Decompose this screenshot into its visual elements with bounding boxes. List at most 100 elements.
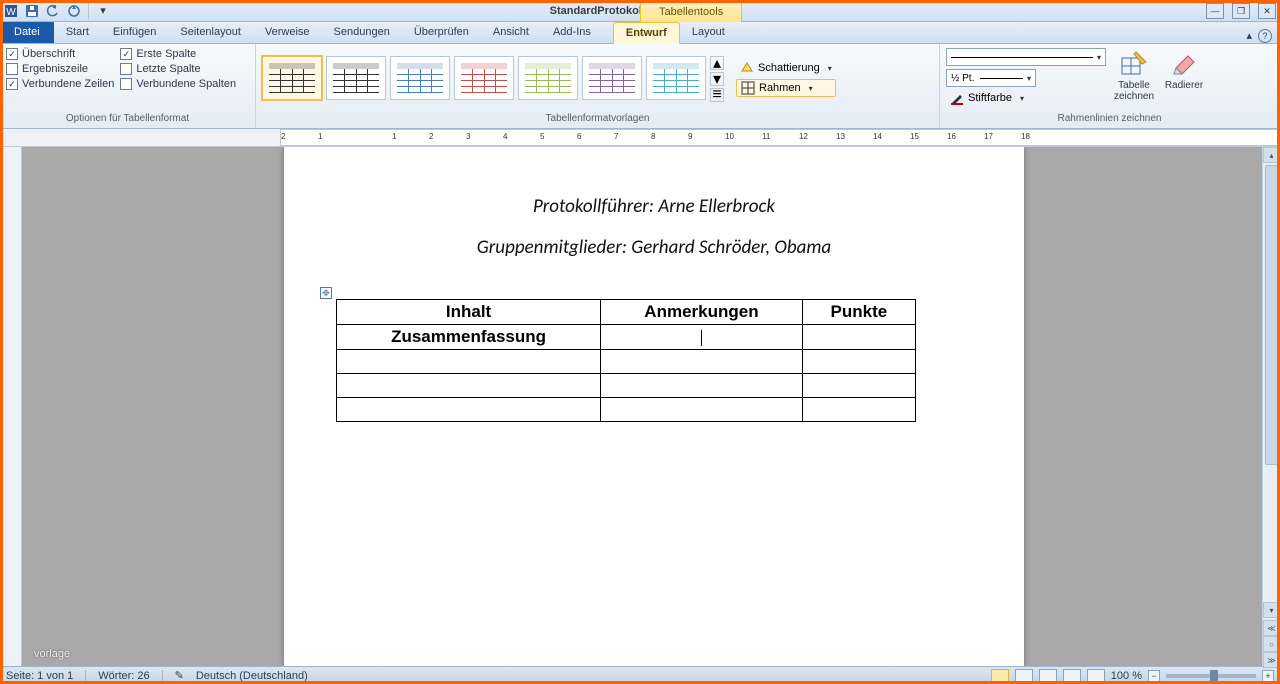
table-header[interactable]: Anmerkungen bbox=[601, 300, 803, 325]
check-erste-spalte[interactable]: ✓Erste Spalte bbox=[120, 48, 236, 60]
table-cell[interactable] bbox=[802, 325, 915, 350]
ribbon-tabstrip: Datei Start Einfügen Seitenlayout Verwei… bbox=[0, 22, 1280, 44]
gallery-scroll-down-icon[interactable]: ▾ bbox=[710, 72, 724, 86]
table-style-thumb[interactable] bbox=[262, 56, 322, 100]
scroll-down-icon[interactable]: ▾ bbox=[1263, 602, 1280, 618]
table-cell[interactable] bbox=[601, 350, 803, 374]
watermark-text: vorlage bbox=[34, 648, 70, 660]
group-label-options: Optionen für Tabellenformat bbox=[0, 113, 255, 128]
table-styles-gallery[interactable]: ▴ ▾ ≡ bbox=[262, 56, 724, 102]
check-verbundene-zeilen[interactable]: ✓Verbundene Zeilen bbox=[6, 78, 114, 90]
table-cell[interactable]: Zusammenfassung bbox=[337, 325, 601, 350]
table-style-thumb[interactable] bbox=[326, 56, 386, 100]
undo-icon[interactable] bbox=[44, 2, 62, 20]
status-page[interactable]: Seite: 1 von 1 bbox=[6, 670, 73, 682]
svg-text:W: W bbox=[6, 7, 16, 18]
table-row bbox=[337, 398, 916, 422]
scrollbar-vertical[interactable]: ▴ ▾ ≪ ○ ≫ bbox=[1262, 147, 1280, 666]
status-words[interactable]: Wörter: 26 bbox=[98, 670, 149, 682]
table-move-handle-icon[interactable]: ✥ bbox=[320, 287, 332, 299]
tab-ansicht[interactable]: Ansicht bbox=[481, 21, 541, 43]
scroll-thumb[interactable] bbox=[1265, 165, 1278, 465]
table-cell[interactable] bbox=[337, 398, 601, 422]
tab-start[interactable]: Start bbox=[54, 21, 101, 43]
minimize-button[interactable]: — bbox=[1206, 3, 1224, 19]
zoom-slider[interactable] bbox=[1166, 674, 1256, 678]
next-page-icon[interactable]: ≫ bbox=[1263, 652, 1280, 668]
tab-entwurf[interactable]: Entwurf bbox=[613, 22, 680, 44]
restore-button[interactable]: ❐ bbox=[1232, 3, 1250, 19]
quick-access-toolbar: W ▾ bbox=[0, 2, 112, 20]
pen-color-button[interactable]: Stiftfarbe▾ bbox=[946, 90, 1106, 106]
table-style-thumb[interactable] bbox=[390, 56, 450, 100]
table-style-thumb[interactable] bbox=[582, 56, 642, 100]
browse-object-icon[interactable]: ○ bbox=[1263, 636, 1280, 652]
view-web-icon[interactable] bbox=[1039, 669, 1057, 683]
gallery-scroll-up-icon[interactable]: ▴ bbox=[710, 56, 724, 70]
table-cell[interactable] bbox=[802, 350, 915, 374]
save-icon[interactable] bbox=[23, 2, 41, 20]
scroll-up-icon[interactable]: ▴ bbox=[1263, 147, 1280, 163]
view-draft-icon[interactable] bbox=[1087, 669, 1105, 683]
check-ergebniszeile[interactable]: Ergebniszeile bbox=[6, 63, 114, 75]
view-fullscreen-icon[interactable] bbox=[1015, 669, 1033, 683]
close-button[interactable]: ✕ bbox=[1258, 3, 1276, 19]
doc-line-2[interactable]: Gruppenmitglieder: Gerhard Schröder, Oba… bbox=[344, 236, 964, 259]
contextual-tab-group-label: Tabellentools bbox=[640, 0, 742, 22]
status-proofing-icon[interactable]: ✎ bbox=[175, 669, 184, 682]
gallery-more-icon[interactable]: ≡ bbox=[710, 88, 724, 102]
table-row bbox=[337, 374, 916, 398]
tab-addins[interactable]: Add-Ins bbox=[541, 21, 603, 43]
zoom-out-icon[interactable]: − bbox=[1148, 670, 1160, 682]
table-cell[interactable] bbox=[802, 374, 915, 398]
table-style-thumb[interactable] bbox=[454, 56, 514, 100]
doc-line-1[interactable]: Protokollführer: Arne Ellerbrock bbox=[344, 195, 964, 218]
table-cell[interactable] bbox=[802, 398, 915, 422]
table-row: Inhalt Anmerkungen Punkte bbox=[337, 300, 916, 325]
zoom-in-icon[interactable]: + bbox=[1262, 670, 1274, 682]
tab-verweise[interactable]: Verweise bbox=[253, 21, 322, 43]
table-cell[interactable] bbox=[337, 374, 601, 398]
line-style-dropdown[interactable]: ▾ bbox=[946, 48, 1106, 66]
zoom-level[interactable]: 100 % bbox=[1111, 670, 1142, 682]
eraser-button[interactable]: Radierer bbox=[1162, 48, 1206, 91]
table-header[interactable]: Punkte bbox=[802, 300, 915, 325]
ruler-horizontal[interactable]: 21123456789101112131415161718 bbox=[0, 129, 1280, 147]
status-bar: Seite: 1 von 1 Wörter: 26 ✎ Deutsch (Deu… bbox=[0, 666, 1280, 684]
status-language[interactable]: Deutsch (Deutschland) bbox=[196, 670, 308, 682]
document-canvas[interactable]: Protokollführer: Arne Ellerbrock Gruppen… bbox=[22, 147, 1262, 666]
view-outline-icon[interactable] bbox=[1063, 669, 1081, 683]
borders-button[interactable]: Rahmen▾ bbox=[736, 79, 836, 97]
check-verbundene-spalten[interactable]: Verbundene Spalten bbox=[120, 78, 236, 90]
ribbon-minimize-icon[interactable]: ▴ bbox=[1246, 29, 1252, 43]
ruler-vertical[interactable] bbox=[0, 147, 22, 666]
table-cell[interactable] bbox=[337, 350, 601, 374]
line-weight-dropdown[interactable]: ½ Pt.▾ bbox=[946, 69, 1036, 87]
shading-button[interactable]: Schattierung▾ bbox=[736, 60, 836, 76]
view-print-layout-icon[interactable] bbox=[991, 669, 1009, 683]
check-letzte-spalte[interactable]: Letzte Spalte bbox=[120, 63, 236, 75]
table-cell[interactable] bbox=[601, 374, 803, 398]
qat-customize-icon[interactable]: ▾ bbox=[94, 2, 112, 20]
help-icon[interactable]: ? bbox=[1258, 29, 1272, 43]
table-cell[interactable] bbox=[601, 398, 803, 422]
zoom-thumb[interactable] bbox=[1210, 670, 1218, 682]
table-style-thumb[interactable] bbox=[518, 56, 578, 100]
draw-table-button[interactable]: Tabelle zeichnen bbox=[1112, 48, 1156, 102]
prev-page-icon[interactable]: ≪ bbox=[1263, 620, 1280, 636]
tab-ueberpruefen[interactable]: Überprüfen bbox=[402, 21, 481, 43]
table-style-thumb[interactable] bbox=[646, 56, 706, 100]
tab-seitenlayout[interactable]: Seitenlayout bbox=[168, 21, 253, 43]
table-row: Zusammenfassung bbox=[337, 325, 916, 350]
table-cell[interactable] bbox=[601, 325, 803, 350]
tab-layout[interactable]: Layout bbox=[680, 21, 737, 43]
document-table[interactable]: Inhalt Anmerkungen Punkte Zusammenfassun… bbox=[336, 299, 916, 422]
tab-sendungen[interactable]: Sendungen bbox=[322, 21, 402, 43]
word-app-icon[interactable]: W bbox=[2, 2, 20, 20]
tab-file[interactable]: Datei bbox=[0, 21, 54, 43]
tab-einfuegen[interactable]: Einfügen bbox=[101, 21, 168, 43]
redo-icon[interactable] bbox=[65, 2, 83, 20]
workspace: Protokollführer: Arne Ellerbrock Gruppen… bbox=[0, 147, 1280, 666]
table-header[interactable]: Inhalt bbox=[337, 300, 601, 325]
check-ueberschrift[interactable]: ✓Überschrift bbox=[6, 48, 114, 60]
